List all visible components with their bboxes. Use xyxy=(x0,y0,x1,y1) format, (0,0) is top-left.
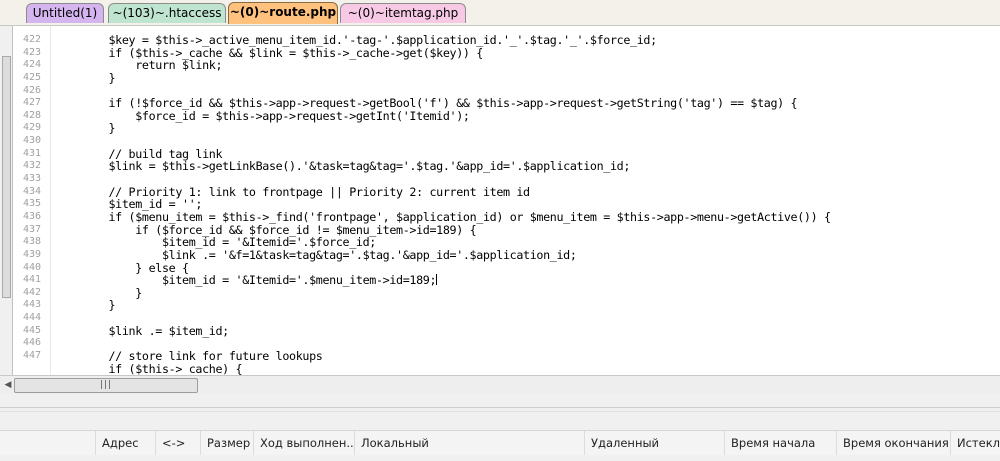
text-caret xyxy=(436,274,438,286)
line-number: 422 xyxy=(23,34,42,45)
code-line[interactable] xyxy=(55,173,1000,186)
code-editor[interactable]: 422 423 424 425 426 427 428 429 430 431 432 433 434 4… xyxy=(0,25,1000,394)
line-number: 429 xyxy=(23,122,42,134)
tab-untitled[interactable]: Untitled(1) xyxy=(26,3,104,23)
code-line[interactable]: } xyxy=(55,299,1000,312)
panel-splitter[interactable] xyxy=(0,394,1000,424)
column-header-start-time[interactable]: Время начала xyxy=(724,431,836,455)
code-line[interactable]: $item_id = '&Itemid='.$menu_item->id=189… xyxy=(55,274,1000,287)
transfer-queue-header: Адрес <-> Размер Ход выполнен... Локальн… xyxy=(0,430,1000,456)
vertical-scrollbar-thumb[interactable] xyxy=(2,56,11,298)
line-number: 437 xyxy=(23,223,42,235)
line-number: 430 xyxy=(23,135,42,147)
line-number: 436 xyxy=(23,210,42,222)
code-line[interactable] xyxy=(55,312,1000,325)
horizontal-scrollbar[interactable]: ◀ ||| xyxy=(0,375,1000,394)
line-number: 441 xyxy=(23,274,42,286)
line-number: 446 xyxy=(23,337,42,349)
column-header-remote[interactable]: Удаленный xyxy=(584,431,724,455)
line-number: 432 xyxy=(23,160,42,172)
column-header-end-time[interactable]: Время окончания xyxy=(836,431,950,455)
tab-route-php[interactable]: ~(0)~route.php xyxy=(228,2,338,24)
code-line[interactable]: } xyxy=(55,72,1000,85)
code-line[interactable]: } xyxy=(55,122,1000,135)
line-number: 444 xyxy=(23,312,42,324)
code-line[interactable]: if (!$force_id && $this->app->request->g… xyxy=(55,97,1000,110)
splitter-line xyxy=(0,407,1000,408)
line-number: 424 xyxy=(23,59,42,71)
code-line[interactable]: // store link for future lookups xyxy=(55,350,1000,363)
code-line[interactable]: $force_id = $this->app->request->getInt(… xyxy=(55,110,1000,123)
line-number: 426 xyxy=(23,84,42,96)
line-number-gutter: 422 423 424 425 426 427 428 429 430 431 432 433 434 4… xyxy=(13,34,55,363)
code-line[interactable]: $item_id = '&Itemid='.$force_id; xyxy=(55,236,1000,249)
column-header-elapsed[interactable]: Истекло xyxy=(950,431,1000,455)
line-number: 431 xyxy=(23,147,42,159)
column-header-address[interactable]: Адрес xyxy=(95,431,155,455)
code-line[interactable]: $link .= '&f=1&task=tag&tag='.$tag.'&app… xyxy=(55,249,1000,262)
code-line[interactable]: return $link; xyxy=(55,59,1000,72)
column-header-direction[interactable]: <-> xyxy=(155,431,200,455)
line-number: 434 xyxy=(23,185,42,197)
code-line[interactable]: } xyxy=(55,287,1000,300)
line-number: 443 xyxy=(23,299,42,311)
splitter-line xyxy=(0,411,1000,412)
code-line[interactable] xyxy=(55,135,1000,148)
scroll-left-arrow-icon[interactable]: ◀ xyxy=(2,379,14,391)
code-line[interactable]: $key = $this->_active_menu_item_id.'-tag… xyxy=(55,34,1000,47)
code-text[interactable]: $key = $this->_active_menu_item_id.'-tag… xyxy=(55,34,1000,375)
tab-bar: Untitled(1) ~(103)~.htaccess ~(0)~route.… xyxy=(0,0,1000,26)
line-number: 445 xyxy=(23,324,42,336)
tab-htaccess[interactable]: ~(103)~.htaccess xyxy=(108,3,226,23)
column-header-local[interactable]: Локальный xyxy=(354,431,584,455)
code-line[interactable]: $link .= $item_id; xyxy=(55,325,1000,338)
code-line[interactable]: if ($this->_cache) { xyxy=(55,363,1000,376)
line-number: 447 xyxy=(23,350,42,362)
line-number: 425 xyxy=(23,71,42,83)
tab-itemtag-php[interactable]: ~(0)~itemtag.php xyxy=(340,3,466,23)
column-header-size[interactable]: Размер xyxy=(200,431,253,455)
code-line[interactable]: if ($menu_item = $this->_find('frontpage… xyxy=(55,211,1000,224)
line-number: 440 xyxy=(23,261,42,273)
line-number: 439 xyxy=(23,248,42,260)
line-number: 442 xyxy=(23,286,42,298)
code-line[interactable]: $link = $this->getLinkBase().'&task=tag&… xyxy=(55,160,1000,173)
line-number: 428 xyxy=(23,109,42,121)
line-number: 427 xyxy=(23,97,42,109)
line-number: 433 xyxy=(23,173,42,185)
column-header-progress[interactable]: Ход выполнен... xyxy=(253,431,354,455)
line-number: 438 xyxy=(23,236,42,248)
horizontal-scrollbar-thumb[interactable]: ||| xyxy=(14,378,198,393)
line-number: 435 xyxy=(23,198,42,210)
status-strip xyxy=(0,455,1000,461)
line-number: 423 xyxy=(23,46,42,58)
vertical-scrollbar[interactable] xyxy=(0,26,13,394)
column-header-blank[interactable] xyxy=(0,431,95,455)
